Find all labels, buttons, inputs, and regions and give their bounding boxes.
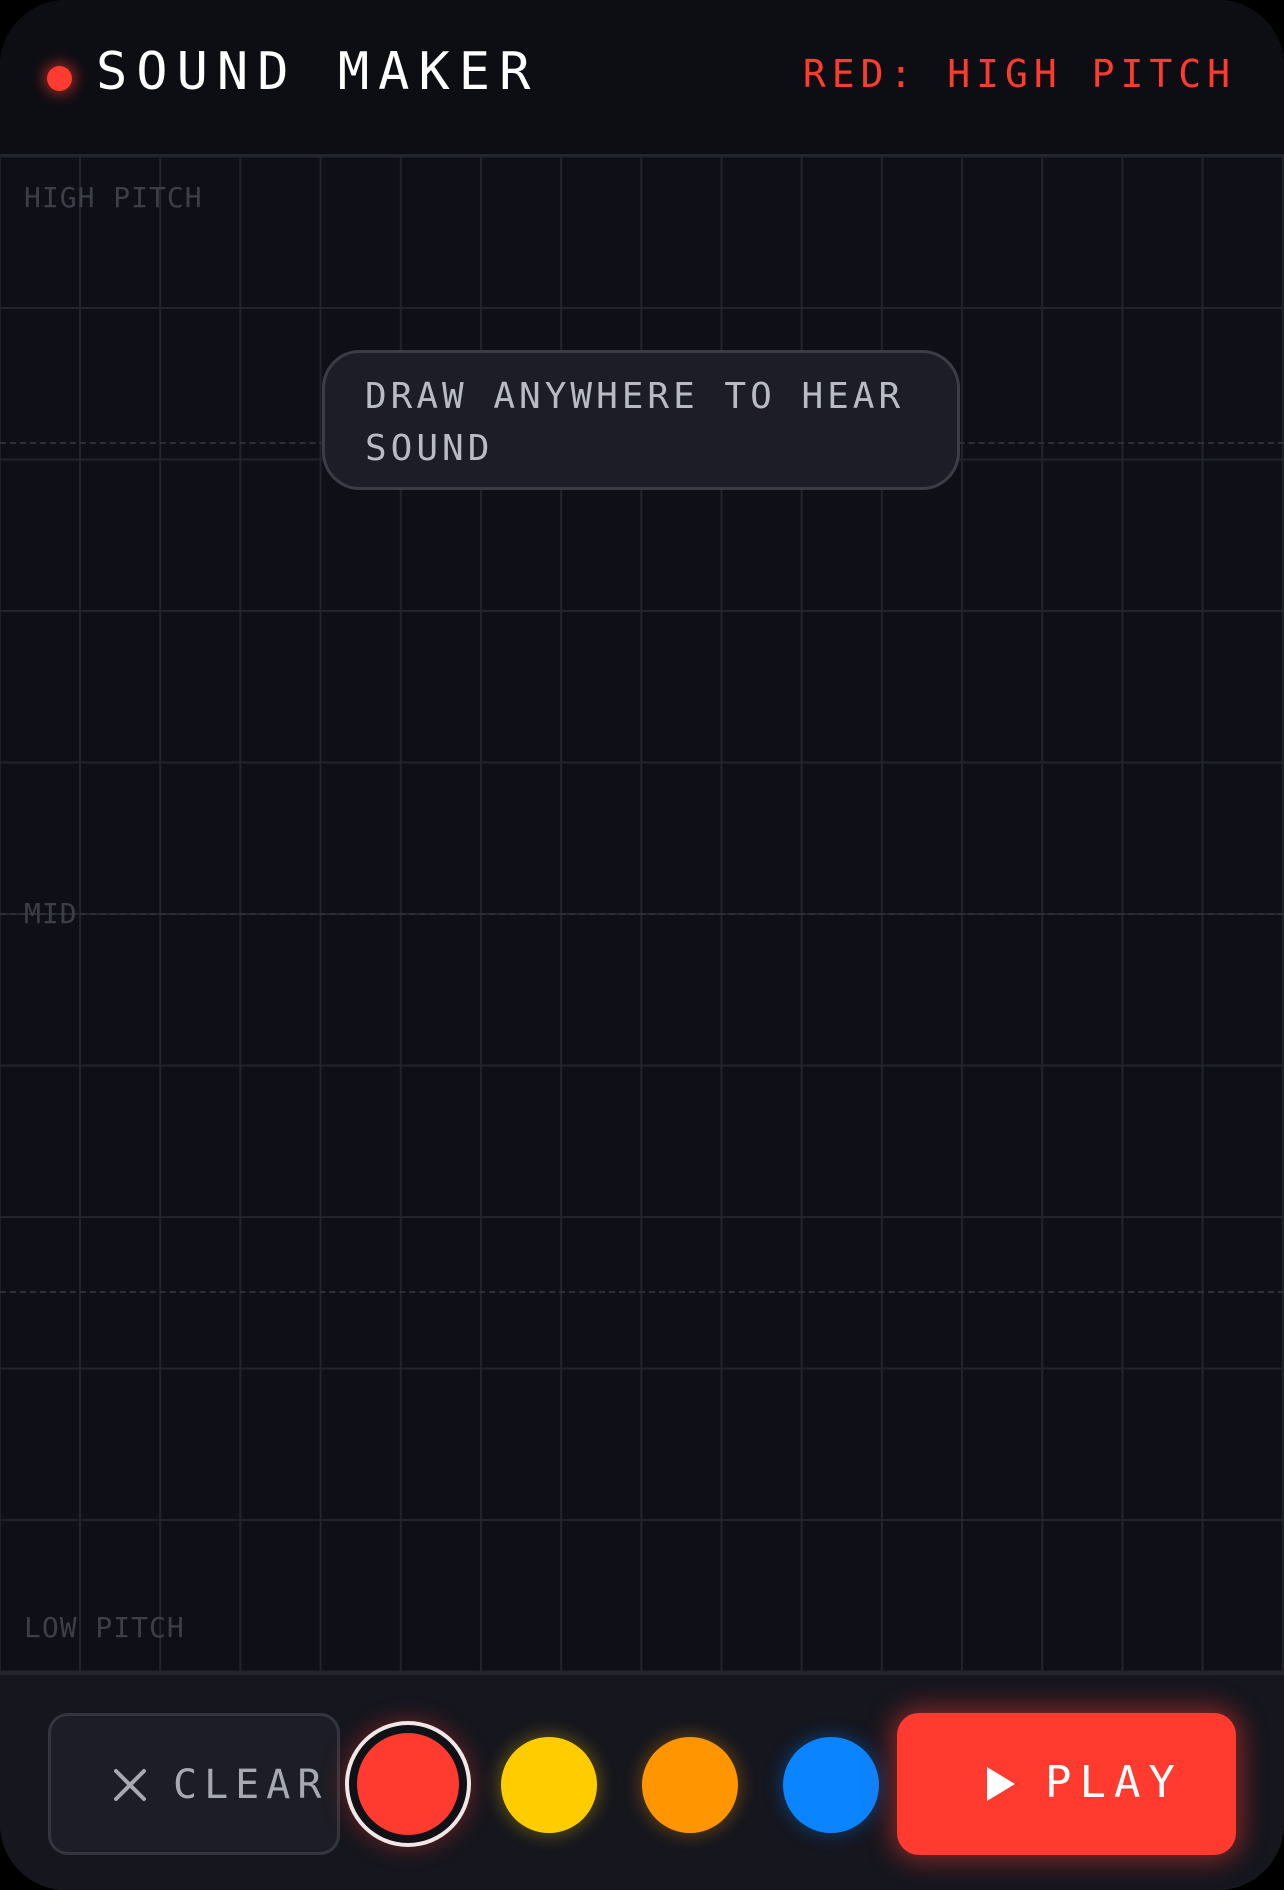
color-swatch-red[interactable]	[357, 1733, 459, 1835]
close-icon	[114, 1769, 146, 1801]
color-swatch-blue[interactable]	[783, 1737, 879, 1833]
clear-button[interactable]: CLEAR	[48, 1713, 340, 1855]
header: SOUND MAKER RED: HIGH PITCH	[0, 0, 1284, 157]
clear-label: CLEAR	[173, 1762, 329, 1808]
play-button[interactable]: PLAY	[897, 1713, 1236, 1855]
high-pitch-label: HIGH PITCH	[24, 181, 203, 214]
color-swatch-yellow[interactable]	[501, 1737, 597, 1833]
current-color-mode-label: RED: HIGH PITCH	[802, 52, 1236, 96]
pitch-divider-mid	[0, 913, 1284, 915]
draw-hint-tooltip: DRAW ANYWHERE TO HEAR SOUND	[322, 350, 960, 490]
sound-maker-app: SOUND MAKER RED: HIGH PITCH HIGH PITCH M…	[0, 0, 1284, 1890]
play-label: PLAY	[1045, 1757, 1183, 1808]
status-dot-icon	[47, 66, 72, 91]
pitch-divider-lower	[0, 1291, 1284, 1293]
toolbar: CLEAR PLAY	[0, 1672, 1284, 1890]
low-pitch-label: LOW PITCH	[24, 1611, 185, 1644]
drawing-canvas[interactable]: HIGH PITCH MID LOW PITCH DRAW ANYWHERE T…	[0, 157, 1284, 1672]
play-icon	[987, 1767, 1015, 1801]
mid-pitch-label: MID	[24, 897, 78, 930]
app-title: SOUND MAKER	[96, 42, 540, 102]
color-swatch-orange[interactable]	[642, 1737, 738, 1833]
